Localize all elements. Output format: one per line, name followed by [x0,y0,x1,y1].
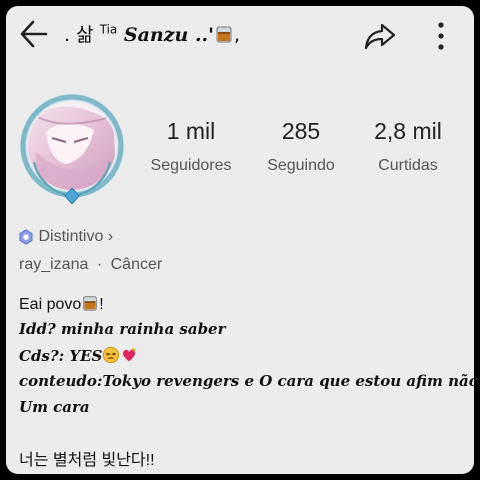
title-prefix: . 삶 [64,24,100,46]
zodiac-sign: Câncer [110,256,163,273]
badge-label: Distintivo [38,228,104,245]
tired-face-icon [103,346,120,364]
title-superscript: Tia [99,22,118,37]
followers-stat[interactable]: 1 mil Seguidores [146,118,236,175]
title-suffix: , [234,24,241,46]
bio-line-6: 너는 별처럼 빛난다!! [19,452,155,469]
followers-label: Seguidores [150,157,232,174]
bio-line-5: Um cara [19,398,90,416]
likes-stat[interactable]: 2,8 mil Curtidas [362,118,454,175]
top-bar: . 삶 Tia Sanzu ..' , [6,6,474,62]
likes-count: 2,8 mil [374,118,442,144]
meta-separator: · [96,256,103,273]
bio-line-3-text: Cds?: YES [19,347,103,365]
heart-icon [123,347,137,362]
badge-link[interactable]: Distintivo › [18,228,113,246]
bio-line-3: Cds?: YES [19,346,138,365]
following-label: Seguindo [267,157,335,174]
followers-count: 1 mil [166,118,216,144]
back-arrow-icon[interactable] [16,16,56,52]
bio-line-2: Idd? minha rainha saber [19,320,226,338]
chevron-right-icon: › [107,228,114,245]
likes-label: Curtidas [378,157,438,174]
profile-screen: . 삶 Tia Sanzu ..' , 1 mil Seguidores 285… [6,6,474,474]
avatar[interactable] [16,92,128,204]
username: ray_izana [19,256,89,273]
bio-line-1-end: ! [99,296,104,313]
profile-meta: ray_izana · Câncer [19,256,162,274]
title-name: Sanzu ..' [117,24,214,46]
following-count: 285 [281,118,321,144]
bio-line-1-text: Eai povo [19,296,82,313]
profile-title: . 삶 Tia Sanzu ..' , [64,20,240,47]
more-vertical-icon[interactable] [430,18,452,54]
badge-icon [19,229,33,245]
share-arrow-icon[interactable] [362,20,398,52]
bio-line-4: conteudo:Tokyo revengers e O cara que es… [19,372,474,390]
bio-line-1: Eai povo ! [19,294,104,314]
whiskey-glass-icon [216,26,232,43]
following-stat[interactable]: 285 Seguindo [256,118,346,175]
whiskey-glass-icon [83,296,98,311]
